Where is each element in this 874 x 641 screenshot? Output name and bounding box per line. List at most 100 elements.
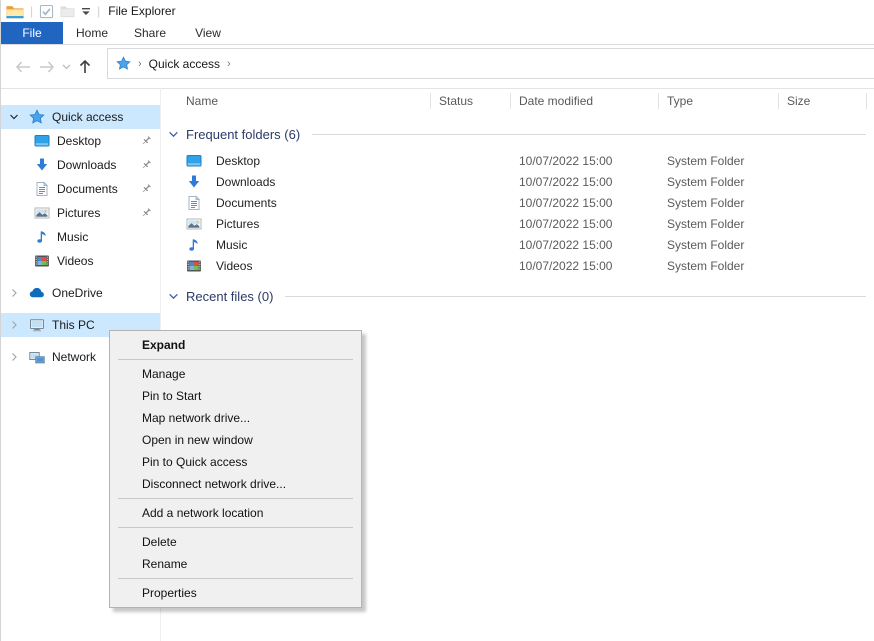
chevron-down-icon [168,291,179,302]
cell-name: Documents [161,192,431,213]
tab-file[interactable]: File [1,22,63,44]
chevron-down-icon[interactable] [9,112,23,122]
file-row-downloads[interactable]: Downloads10/07/2022 15:00System Folder [161,171,874,192]
cell-date-modified: 10/07/2022 15:00 [511,192,659,213]
chevron-right-icon[interactable] [9,320,23,330]
file-name: Pictures [216,217,259,231]
menu-separator [118,578,353,579]
menu-item-add-a-network-location[interactable]: Add a network location [110,502,361,524]
menu-item-pin-to-quick-access[interactable]: Pin to Quick access [110,451,361,473]
column-header-date[interactable]: Date modified [511,88,659,114]
file-row-videos[interactable]: Videos10/07/2022 15:00System Folder [161,255,874,276]
cell-date-modified: 10/07/2022 15:00 [511,213,659,234]
group-header-frequent-folders-6[interactable]: Frequent folders (6) [161,124,866,144]
customize-qat-dropdown-icon[interactable] [81,6,91,16]
tab-share[interactable]: Share [121,22,179,44]
sidebar-item-label: Network [52,350,96,364]
properties-checkbox-icon[interactable] [39,4,54,19]
file-row-pictures[interactable]: Pictures 10/07/2022 15:00System Folder [161,213,874,234]
videos-icon [34,253,50,269]
nav-buttons [1,45,97,88]
file-row-documents[interactable]: Documents10/07/2022 15:00System Folder [161,192,874,213]
sidebar-item-label: Documents [57,182,118,196]
tab-view[interactable]: View [179,22,237,44]
cell-name: Downloads [161,171,431,192]
music-icon [186,237,202,253]
sidebar-item-label: Quick access [52,110,123,124]
music-icon [34,229,50,245]
sidebar-item-downloads[interactable]: Downloads [1,153,160,177]
menu-item-delete[interactable]: Delete [110,531,361,553]
cell-type: System Folder [659,213,779,234]
chevron-down-icon [168,129,179,140]
group-rule [312,134,866,135]
menu-item-disconnect-network-drive[interactable]: Disconnect network drive... [110,473,361,495]
sidebar-item-label: Music [57,230,88,244]
file-name: Desktop [216,154,260,168]
cell-type: System Folder [659,255,779,276]
sidebar-item-desktop[interactable]: Desktop [1,129,160,153]
new-folder-icon[interactable] [60,5,75,18]
tab-home[interactable]: Home [63,22,121,44]
videos-icon [186,258,202,274]
file-row-music[interactable]: Music10/07/2022 15:00System Folder [161,234,874,255]
address-bar[interactable]: › Quick access › [107,48,874,79]
cell-size [779,255,867,276]
breadcrumb-chevron-icon[interactable]: › [138,58,142,70]
cell-size [779,150,867,171]
cell-date-modified: 10/07/2022 15:00 [511,150,659,171]
window-title: File Explorer [108,4,175,18]
breadcrumb-chevron-icon[interactable]: › [227,58,231,70]
pin-icon [140,183,152,195]
cell-type: System Folder [659,150,779,171]
sidebar-item-label: Videos [57,254,93,268]
menu-item-map-network-drive[interactable]: Map network drive... [110,407,361,429]
cell-type: System Folder [659,234,779,255]
file-row-desktop[interactable]: Desktop 10/07/2022 15:00System Folder [161,150,874,171]
menu-item-properties[interactable]: Properties [110,582,361,604]
chevron-right-icon[interactable] [9,352,23,362]
onedrive-icon [29,285,45,301]
pin-icon [140,135,152,147]
network-icon [29,349,45,365]
menu-item-pin-to-start[interactable]: Pin to Start [110,385,361,407]
breadcrumb-quick-access[interactable]: Quick access [149,57,220,71]
sidebar-item-music[interactable]: Music [1,225,160,249]
cell-status [431,255,511,276]
cell-size [779,171,867,192]
column-headers: NameStatusDate modifiedTypeSize [161,88,874,114]
sidebar-item-onedrive[interactable]: OneDrive [1,281,160,305]
file-name: Downloads [216,175,275,189]
menu-item-expand[interactable]: Expand [110,334,361,356]
cell-name: Desktop [161,150,431,171]
menu-item-manage[interactable]: Manage [110,363,361,385]
chevron-right-icon[interactable] [9,288,23,298]
cell-size [779,234,867,255]
sidebar-item-pictures[interactable]: Pictures [1,201,160,225]
back-arrow-icon[interactable] [11,55,35,79]
pin-icon [140,207,152,219]
up-arrow-icon[interactable] [73,55,97,79]
column-header-size[interactable]: Size [779,88,867,114]
cell-status [431,192,511,213]
sidebar-item-documents[interactable]: Documents [1,177,160,201]
sidebar-item-videos[interactable]: Videos [1,249,160,273]
cell-status [431,171,511,192]
file-list: Frequent folders (6) Desktop 10/07/2022 15… [161,124,874,306]
column-header-type[interactable]: Type [659,88,779,114]
menu-item-rename[interactable]: Rename [110,553,361,575]
group-header-recent-files-0[interactable]: Recent files (0) [161,286,866,306]
forward-arrow-icon[interactable] [35,55,59,79]
sidebar-item-label: OneDrive [52,286,103,300]
pictures-icon [34,205,50,221]
cell-name: Pictures [161,213,431,234]
column-header-name[interactable]: Name [161,88,431,114]
group-label: Recent files (0) [186,289,273,304]
sidebar-item-label: Pictures [57,206,100,220]
tab-bar: FileHomeShareView [1,22,874,45]
recent-locations-chevron-icon[interactable] [59,55,73,79]
sidebar-item-quick-access[interactable]: Quick access [1,105,160,129]
menu-item-open-in-new-window[interactable]: Open in new window [110,429,361,451]
file-name: Documents [216,196,277,210]
column-header-status[interactable]: Status [431,88,511,114]
